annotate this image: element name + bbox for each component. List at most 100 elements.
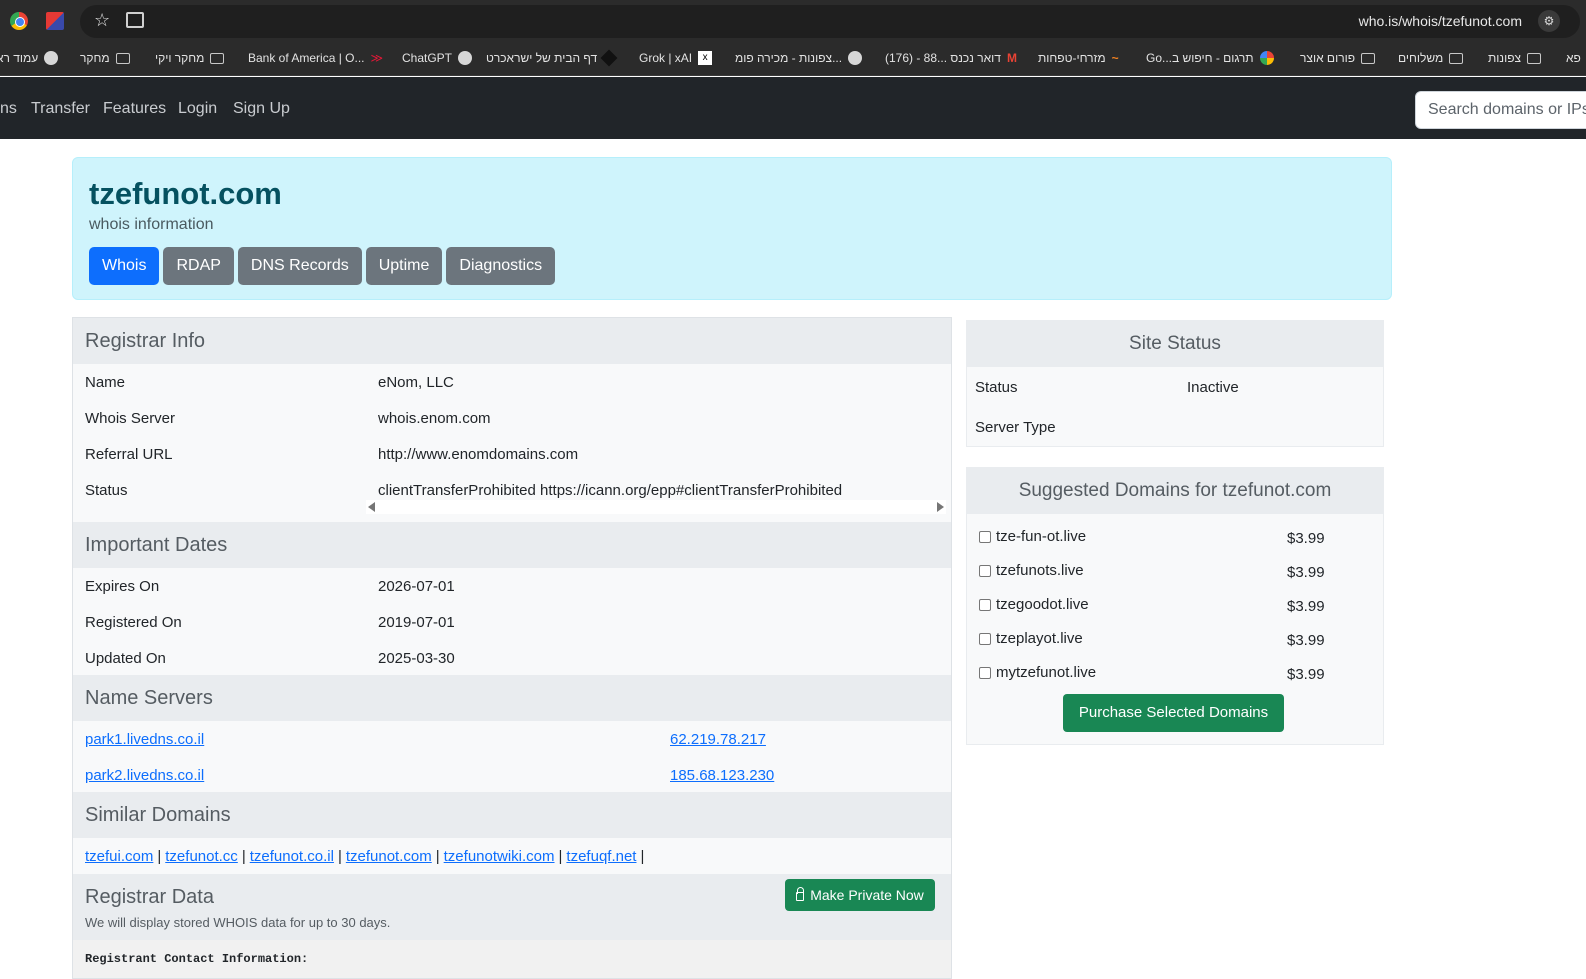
gmail-icon: M (1006, 51, 1017, 65)
bookmark-label: פא (1566, 51, 1581, 65)
horizontal-scrollbar[interactable] (366, 500, 946, 514)
bookmark-item[interactable]: Bank of America | O... ≫ (248, 51, 383, 65)
section-title: Name Servers (85, 687, 213, 709)
domain-subtitle: whois information (89, 216, 214, 233)
bookmark-item[interactable]: פורום אוצר (1300, 51, 1376, 65)
domain-checkbox[interactable] (979, 530, 991, 543)
bookmark-label: מחקר (80, 51, 110, 65)
mizrahi-icon: ~ (1111, 51, 1119, 65)
domain-price: $3.99 (1287, 666, 1325, 683)
nameserver-ip-link[interactable]: 185.68.123.230 (670, 767, 774, 784)
similar-domain-link[interactable]: tzefunot.co.il (250, 848, 334, 865)
suggested-domain-item[interactable]: tzefunots.live (979, 562, 1084, 579)
row-label: Expires On (85, 578, 160, 595)
make-private-button[interactable]: Make Private Now (785, 879, 935, 911)
isracard-icon (600, 49, 618, 67)
similar-domain-link[interactable]: tzefunot.com (346, 848, 432, 865)
bookmark-item[interactable]: מזרחי-טפחות ~ (1038, 51, 1119, 65)
suggested-domain-item[interactable]: tzeplayot.live (979, 630, 1083, 647)
bookmark-item[interactable]: מחקר ויקי (155, 51, 225, 65)
domain-price: $3.99 (1287, 632, 1325, 649)
nav-link-transfer[interactable]: Transfer (31, 100, 90, 118)
suggested-domain-name: tzefunots.live (996, 562, 1084, 579)
bookmark-item[interactable]: צפונות - מכירה פומ... (735, 51, 863, 65)
suggested-domain-name: tzegoodot.live (996, 596, 1089, 613)
bookmark-star-icon[interactable]: ☆ (94, 10, 110, 31)
domain-checkbox[interactable] (979, 632, 991, 645)
nameserver-link[interactable]: park2.livedns.co.il (85, 767, 204, 784)
bookmark-label: עמוד רא (0, 51, 39, 65)
tab-whois[interactable]: Whois (89, 247, 160, 285)
share-icon[interactable] (126, 12, 144, 28)
scroll-right-icon[interactable] (937, 502, 944, 512)
row-label: Registered On (85, 614, 182, 631)
domain-checkbox[interactable] (979, 564, 991, 577)
similar-domain-link[interactable]: tzefunotwiki.com (444, 848, 555, 865)
similar-domain-link[interactable]: tzefuqf.net (566, 848, 636, 865)
separator: | (241, 848, 246, 865)
domain-checkbox[interactable] (979, 598, 991, 611)
domain-price: $3.99 (1287, 564, 1325, 581)
row-value: eNom, LLC (378, 374, 454, 391)
similar-domain-link[interactable]: tzefui.com (85, 848, 153, 865)
bookmark-item[interactable]: צפונות (1488, 51, 1542, 65)
bookmark-label: מזרחי-טפחות (1038, 51, 1106, 65)
suggested-domain-item[interactable]: tzegoodot.live (979, 596, 1089, 613)
similar-domains-list: tzefui.com | tzefunot.cc | tzefunot.co.il | tz… (85, 848, 648, 865)
bookmark-item[interactable]: עמוד רא (0, 51, 59, 65)
bookmark-item[interactable]: משלוחים (1398, 51, 1464, 65)
info-tabs: Whois RDAP DNS Records Uptime Diagnostic… (89, 247, 556, 285)
bookmark-item[interactable]: פא (1566, 51, 1581, 65)
suggested-domain-name: tzeplayot.live (996, 630, 1083, 647)
tab-dns-records[interactable]: DNS Records (237, 247, 362, 285)
domain-price: $3.99 (1287, 530, 1325, 547)
bookmark-item[interactable]: (176) - 88... דואר נכנס M (885, 51, 1017, 65)
tab-uptime[interactable]: Uptime (365, 247, 443, 285)
bookmark-item[interactable]: ChatGPT (402, 51, 473, 65)
folder-icon (1449, 52, 1464, 64)
site-settings-icon[interactable]: ⚙ (1538, 10, 1560, 32)
bookmark-item[interactable]: Grok | xAI x (639, 51, 713, 65)
url-text[interactable]: who.is/whois/tzefunot.com (1359, 13, 1522, 29)
bookmark-item[interactable]: Go...תרגום - חיפוש ב (1146, 51, 1274, 65)
nav-link-domains[interactable]: ns (0, 100, 17, 118)
whois-panel: Registrar Info Name eNom, LLC Whois Serv… (72, 317, 952, 979)
status-label: Status (975, 379, 1018, 396)
tab-rdap[interactable]: RDAP (163, 247, 234, 285)
bookmark-label: משלוחים (1398, 51, 1444, 65)
row-value: clientTransferProhibited https://icann.o… (378, 482, 843, 499)
extension-icon-2[interactable] (46, 12, 64, 30)
nameserver-ip-link[interactable]: 62.219.78.217 (670, 731, 766, 748)
suggested-domain-item[interactable]: tze-fun-ot.live (979, 528, 1086, 545)
row-label: Whois Server (85, 410, 176, 427)
suggested-domains-panel: Suggested Domains for tzefunot.com tze-f… (966, 467, 1384, 745)
section-title: Registrar Data (85, 886, 214, 908)
purchase-domains-button[interactable]: Purchase Selected Domains (1063, 694, 1284, 732)
suggested-domain-item[interactable]: mytzefunot.live (979, 664, 1096, 681)
openai-icon (458, 51, 473, 65)
site-navbar: ns Transfer Features Login Sign Up Searc… (0, 77, 1586, 139)
bookmark-label: דף הבית של ישראכרט (486, 51, 598, 65)
address-bar[interactable]: ☆ who.is/whois/tzefunot.com ⚙ (80, 5, 1580, 38)
domain-checkbox[interactable] (979, 666, 991, 679)
nav-link-features[interactable]: Features (103, 100, 166, 118)
nav-link-login[interactable]: Login (178, 100, 217, 118)
raw-whois-line: Registrant Contact Information: (85, 952, 309, 966)
important-dates-header: Important Dates (73, 522, 951, 568)
scroll-left-icon[interactable] (368, 502, 375, 512)
nav-link-signup[interactable]: Sign Up (233, 100, 290, 118)
extension-icon[interactable] (10, 12, 28, 30)
section-title: Similar Domains (85, 804, 231, 826)
nameserver-link[interactable]: park1.livedns.co.il (85, 731, 204, 748)
bookmark-item[interactable]: דף הבית של ישראכרט (486, 49, 618, 67)
site-status-header: Site Status (967, 321, 1383, 367)
bookmark-label: (176) - 88... דואר נכנס (885, 51, 1001, 65)
bookmark-label: Go...תרגום - חיפוש ב (1146, 51, 1254, 65)
similar-domain-link[interactable]: tzefunot.cc (165, 848, 238, 865)
bookmark-item[interactable]: מחקר (80, 51, 130, 65)
row-value: whois.enom.com (378, 410, 491, 427)
site-status-panel: Site Status Status Inactive Server Type (966, 320, 1384, 447)
tab-diagnostics[interactable]: Diagnostics (446, 247, 556, 285)
search-input[interactable]: Search domains or IPs (1415, 91, 1586, 129)
similar-domains-header: Similar Domains (73, 792, 951, 838)
